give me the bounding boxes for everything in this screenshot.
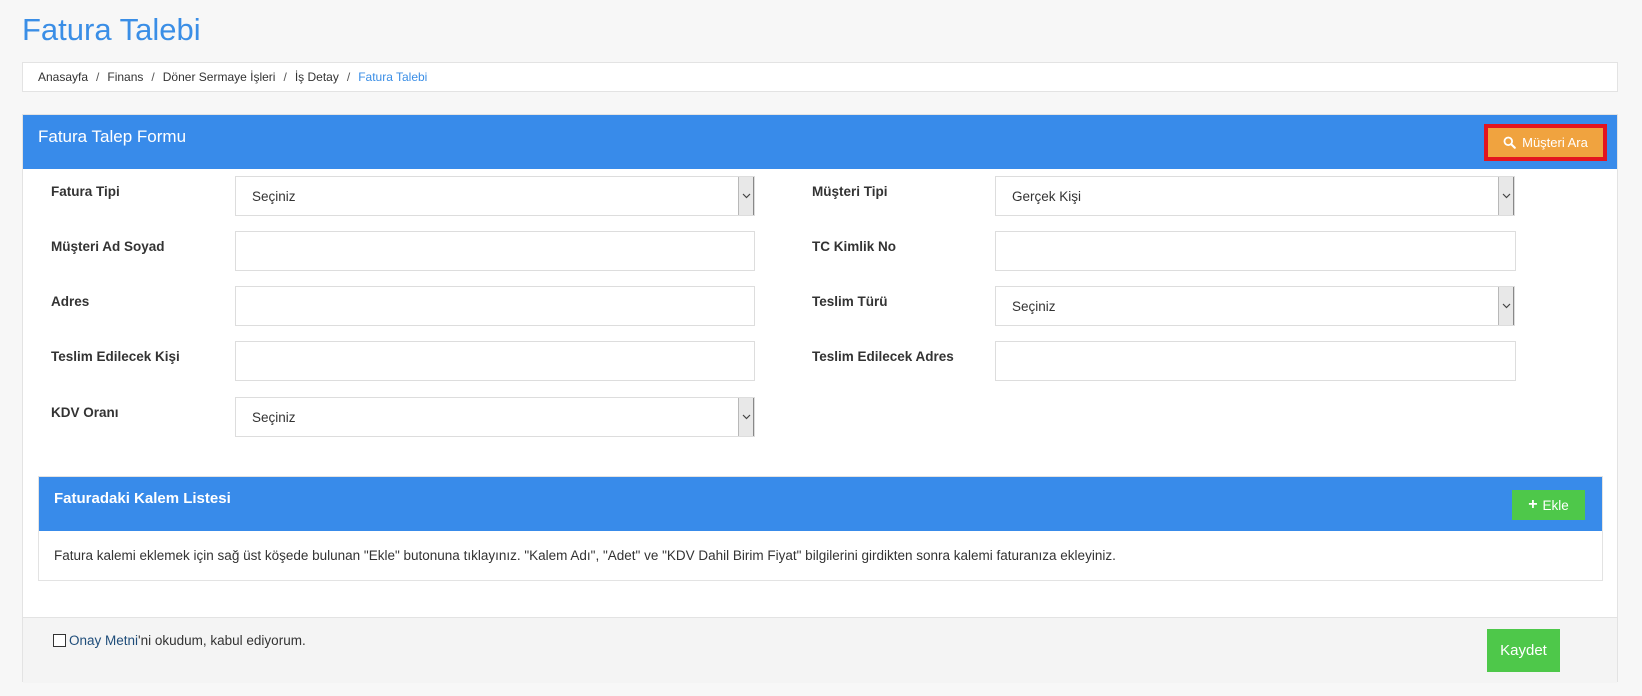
tc-id-input[interactable] xyxy=(995,231,1516,271)
vat-rate-label: KDV Oranı xyxy=(51,405,119,420)
recipient-address-label: Teslim Edilecek Adres xyxy=(812,349,954,364)
add-item-button[interactable]: + Ekle xyxy=(1512,490,1585,520)
customer-search-label: Müşteri Ara xyxy=(1522,135,1588,150)
delivery-type-label: Teslim Türü xyxy=(812,294,888,309)
invoice-type-value: Seçiniz xyxy=(252,188,296,204)
page-title: Fatura Talebi xyxy=(22,12,201,47)
invoice-items-panel: Faturadaki Kalem Listesi + Ekle Fatura k… xyxy=(38,476,1603,581)
chevron-down-icon xyxy=(738,398,754,436)
vat-rate-select[interactable]: Seçiniz xyxy=(235,397,755,437)
vat-rate-value: Seçiniz xyxy=(252,409,296,425)
breadcrumb-separator: / xyxy=(346,70,351,84)
consent-row: Onay Metni 'ni okudum, kabul ediyorum. xyxy=(53,633,306,648)
breadcrumb-item-current: Fatura Talebi xyxy=(358,70,428,84)
customer-type-select[interactable]: Gerçek Kişi xyxy=(995,176,1515,216)
invoice-type-label: Fatura Tipi xyxy=(51,184,120,199)
consent-text: 'ni okudum, kabul ediyorum. xyxy=(138,633,306,648)
breadcrumb-item-doner-sermaye[interactable]: Döner Sermaye İşleri xyxy=(163,70,276,84)
breadcrumb-item-is-detay[interactable]: İş Detay xyxy=(295,70,339,84)
delivery-type-select[interactable]: Seçiniz xyxy=(995,286,1515,326)
panel-title: Fatura Talep Formu xyxy=(38,127,187,146)
customer-name-label: Müşteri Ad Soyad xyxy=(51,239,165,254)
recipient-address-input[interactable] xyxy=(995,341,1516,381)
save-button[interactable]: Kaydet xyxy=(1487,629,1560,672)
panel-header: Fatura Talep Formu Müşteri Ara xyxy=(23,115,1617,169)
consent-text-link[interactable]: Onay Metni xyxy=(69,633,138,648)
delivery-type-value: Seçiniz xyxy=(1012,298,1056,314)
recipient-person-label: Teslim Edilecek Kişi xyxy=(51,349,180,364)
invoice-type-select[interactable]: Seçiniz xyxy=(235,176,755,216)
invoice-items-title: Faturadaki Kalem Listesi xyxy=(54,490,231,507)
invoice-items-info: Fatura kalemi eklemek için sağ üst köşed… xyxy=(54,548,1116,563)
customer-name-input[interactable] xyxy=(235,231,755,271)
plus-icon: + xyxy=(1528,496,1538,513)
search-icon xyxy=(1503,136,1516,149)
address-label: Adres xyxy=(51,294,90,309)
add-item-label: Ekle xyxy=(1542,497,1569,513)
invoice-request-panel: Fatura Talep Formu Müşteri Ara Fatura Ti… xyxy=(22,114,1618,683)
customer-search-button[interactable]: Müşteri Ara xyxy=(1484,124,1607,161)
breadcrumb-item-anasayfa[interactable]: Anasayfa xyxy=(38,70,88,84)
address-input[interactable] xyxy=(235,286,755,326)
chevron-down-icon xyxy=(1498,287,1514,325)
breadcrumb-separator: / xyxy=(96,70,100,84)
form-footer: Onay Metni 'ni okudum, kabul ediyorum. K… xyxy=(23,617,1617,683)
consent-checkbox[interactable] xyxy=(53,634,66,647)
breadcrumb: Anasayfa / Finans / Döner Sermaye İşleri… xyxy=(22,62,1618,92)
chevron-down-icon xyxy=(738,177,754,215)
customer-type-value: Gerçek Kişi xyxy=(1012,188,1082,204)
chevron-down-icon xyxy=(1498,177,1514,215)
recipient-person-input[interactable] xyxy=(235,341,755,381)
tc-id-label: TC Kimlik No xyxy=(812,239,897,254)
customer-type-label: Müşteri Tipi xyxy=(812,184,888,199)
breadcrumb-item-finans[interactable]: Finans xyxy=(107,70,143,84)
invoice-items-header: Faturadaki Kalem Listesi + Ekle xyxy=(39,477,1602,531)
breadcrumb-separator: / xyxy=(151,70,155,84)
breadcrumb-separator: / xyxy=(283,70,287,84)
